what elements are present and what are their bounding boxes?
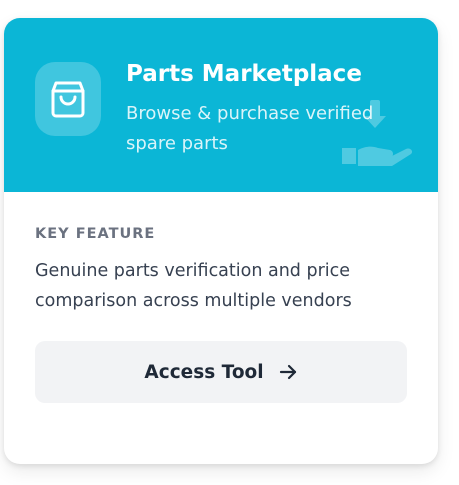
arrow-right-icon (279, 364, 296, 380)
icon-tile (35, 62, 101, 136)
hand-download-icon (342, 100, 413, 166)
card-header: Parts Marketplace Browse & purchase veri… (4, 18, 438, 192)
feature-label: KEY FEATURE (35, 226, 156, 242)
parts-marketplace-card: Parts Marketplace Browse & purchase veri… (4, 18, 438, 464)
feature-description: Genuine parts verification and price com… (35, 261, 352, 311)
access-tool-label: Access Tool (144, 361, 264, 383)
shopping-bag-icon (51, 81, 85, 118)
access-tool-button[interactable]: Access Tool (35, 341, 407, 403)
card-title: Parts Marketplace (126, 61, 362, 87)
